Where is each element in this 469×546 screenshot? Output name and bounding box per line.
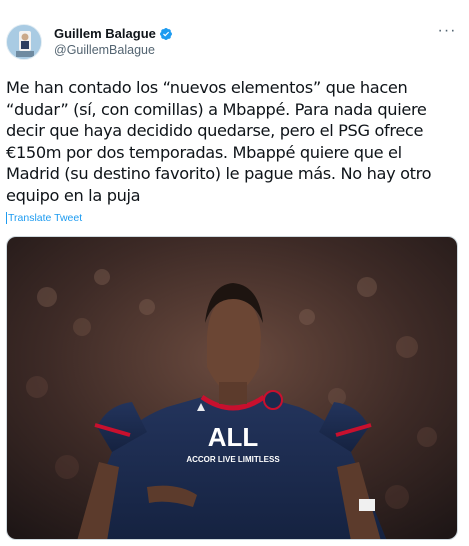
tweet-text-line: equipo en la puja (6, 185, 141, 205)
avatar[interactable] (6, 24, 42, 60)
tweet-text-line: Madrid (su destino favorito) le pague má… (6, 164, 432, 183)
tweet-header: Guillem Balague @GuillemBalague ··· (6, 23, 463, 64)
tweet-text-line: decir que haya decidido quedarse, pero e… (6, 121, 424, 140)
tweet-media-photo[interactable]: ALL ACCOR LIVE LIMITLESS (6, 236, 458, 540)
translate-tweet-link[interactable]: Translate Tweet (6, 212, 82, 224)
tweet-card: Guillem Balague @GuillemBalague ··· Me h… (0, 0, 469, 546)
profile-photo-icon (7, 25, 41, 59)
display-name[interactable]: Guillem Balague (54, 26, 156, 41)
display-name-row: Guillem Balague (54, 25, 173, 42)
shirt-sponsor-logo: ALL (208, 422, 259, 452)
ellipsis-icon[interactable]: ··· (437, 23, 457, 40)
author-names: Guillem Balague @GuillemBalague (54, 25, 173, 57)
tweet-text: Me han contado los “nuevos elementos” qu… (6, 77, 458, 206)
tweet-text-line: “dudar” (sí, con comillas) a Mbappé. Par… (6, 99, 427, 119)
tweet-text-line: €150m por dos temporadas. Mbappé quiere … (6, 142, 402, 162)
shirt-sponsor-tagline: ACCOR LIVE LIMITLESS (186, 455, 280, 464)
tweet-text-line: Me han contado los “nuevos elementos” qu… (6, 78, 408, 97)
author-handle[interactable]: @GuillemBalague (54, 43, 173, 57)
player-photo: ALL ACCOR LIVE LIMITLESS (7, 237, 457, 539)
verified-badge-icon (159, 27, 173, 41)
